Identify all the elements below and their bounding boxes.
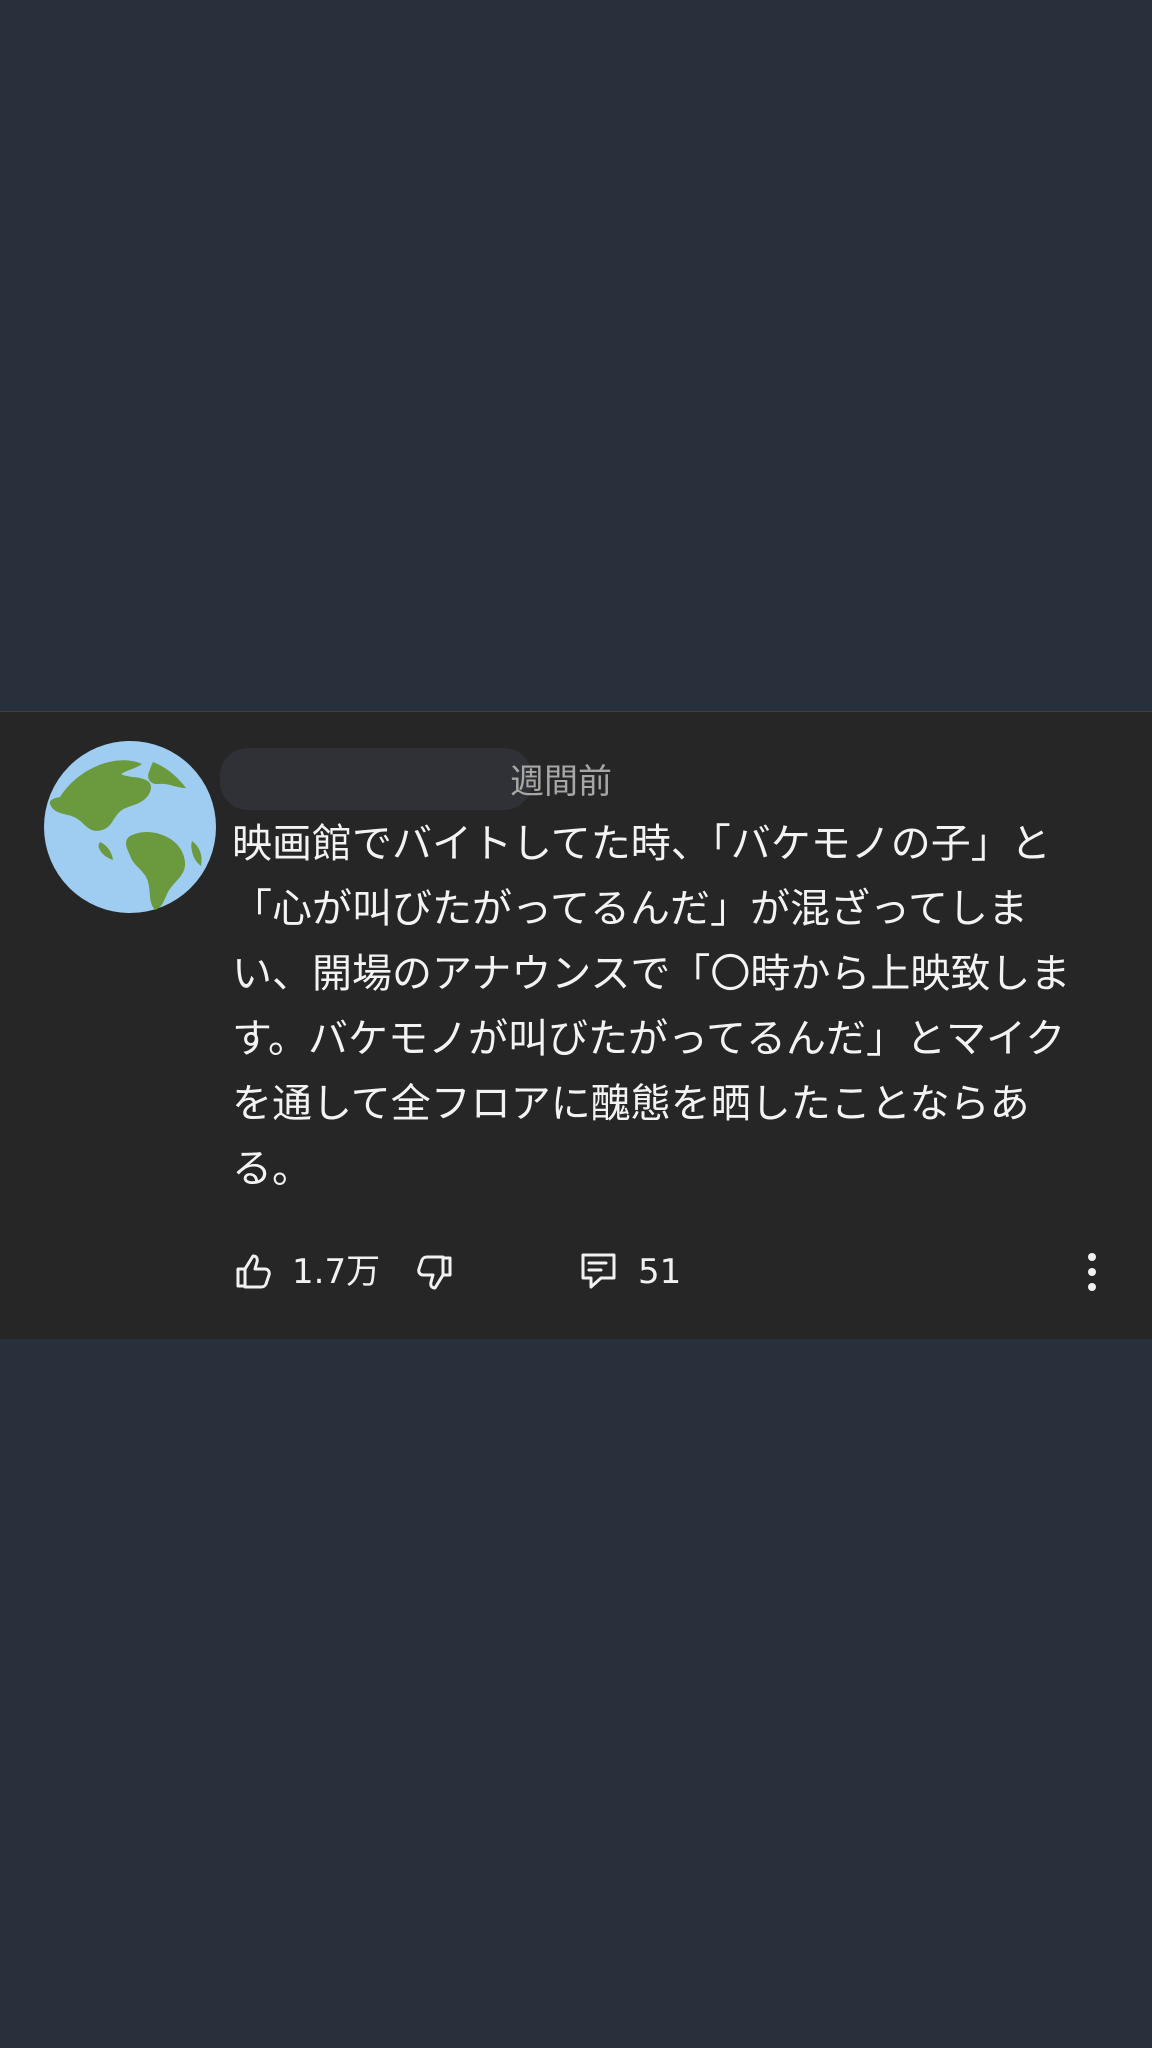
reply-button[interactable]: 51 (578, 1247, 681, 1297)
comment-text: 映画館でバイトしてた時、「バケモノの子」と「心が叫びたがってるんだ」が混ざってし… (232, 821, 1071, 1192)
like-button[interactable]: 1.7万 (232, 1247, 380, 1297)
comment-card: 週間前 映画館でバイトしてた時、「バケモノの子」と「心が叫びたがってるんだ」が混… (0, 711, 1152, 1339)
more-vertical-icon (1078, 1253, 1106, 1300)
reply-count: 51 (638, 1252, 682, 1292)
earth-globe-icon (44, 741, 216, 913)
thumbs-up-icon (232, 1251, 274, 1293)
more-options-button[interactable] (1078, 1247, 1106, 1297)
comment-actions: 1.7万 51 (232, 1247, 1112, 1297)
redacted-username (220, 748, 532, 810)
like-count: 1.7万 (292, 1252, 381, 1292)
comment-timestamp: 週間前 (510, 762, 612, 802)
reply-comment-icon (578, 1250, 620, 1294)
avatar[interactable] (42, 739, 218, 915)
dislike-button[interactable] (414, 1247, 456, 1297)
thumbs-down-icon (414, 1251, 456, 1293)
